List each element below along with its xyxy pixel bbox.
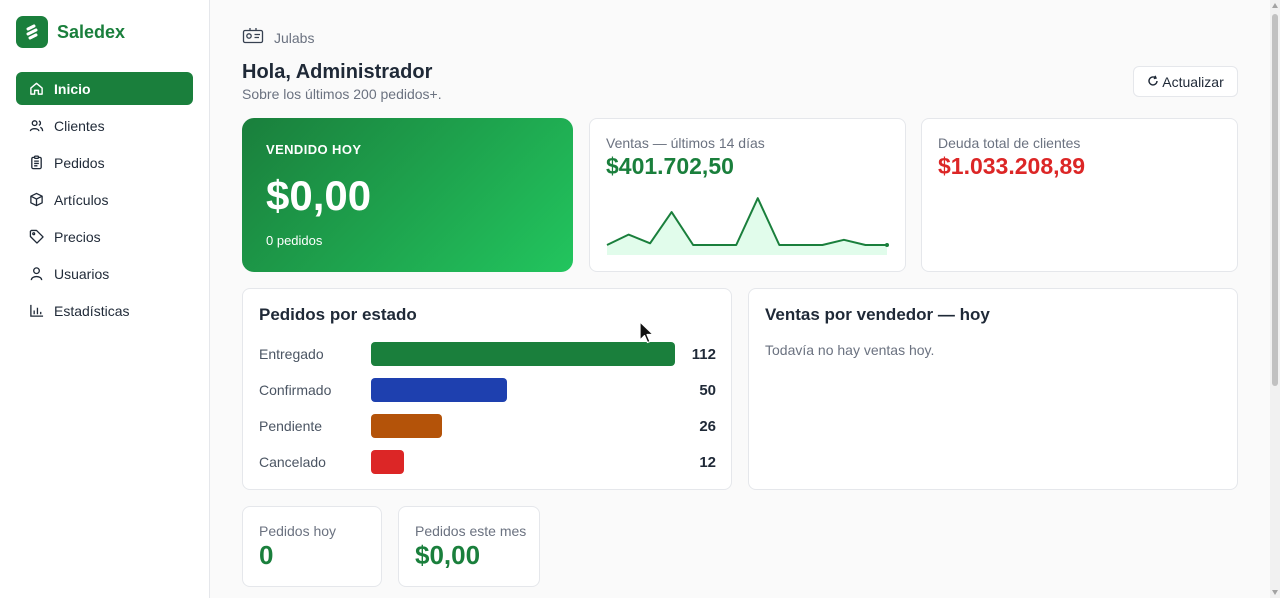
status-row-entregado[interactable]: Entregado 112 [259,342,716,366]
status-bar-confirmado [371,378,507,402]
brand-name: Saledex [57,21,126,42]
orders-by-status-panel: Pedidos por estado Entregado 112 Confirm… [242,288,732,490]
sales-by-seller-title: Ventas por vendedor — hoy [765,305,990,324]
refresh-button[interactable]: Actualizar [1133,66,1238,97]
sales-sparkline [606,197,889,255]
sales-by-seller-empty: Todavía no hay ventas hoy. [765,342,935,358]
sparkline-point [885,243,889,247]
bar-chart-icon [28,303,44,319]
orders-by-status-title: Pedidos por estado [259,305,417,324]
sold-today-value: $0,00 [266,172,372,219]
scroll-thumb[interactable] [1272,14,1278,386]
status-count: 50 [699,382,716,399]
brand-logo-icon [16,16,48,48]
scroll-up-icon[interactable] [1272,3,1278,8]
status-label: Cancelado [259,454,326,470]
tag-icon [28,229,44,245]
home-icon [28,81,44,97]
total-debt-value: $1.033.208,89 [938,153,1086,179]
sidebar-item-inicio[interactable]: Inicio [16,72,193,105]
user-icon [28,266,44,282]
sidebar-item-estadisticas[interactable]: Estadísticas [16,294,193,327]
status-bar-entregado [371,342,675,366]
sold-today-label: VENDIDO HOY [266,142,362,157]
total-debt-card: Deuda total de clientes $1.033.208,89 [921,118,1238,272]
id-card-icon [242,27,264,48]
page-scrollbar[interactable] [1270,0,1280,598]
users-icon [28,118,44,134]
sales-14-days-card: Ventas — últimos 14 días $401.702,50 [589,118,906,272]
sidebar-nav: Inicio Clientes Pedidos Artículos Precio… [16,72,193,331]
orders-month-label: Pedidos este mes [415,523,527,539]
status-count: 26 [699,418,716,435]
sidebar-item-precios[interactable]: Precios [16,220,193,253]
sidebar-item-label: Usuarios [54,265,110,282]
sparkline-area [607,198,887,255]
orders-this-month-card: Pedidos este mes $0,00 [398,506,540,587]
refresh-icon [1147,74,1159,90]
box-icon [28,192,44,208]
status-count: 112 [691,346,716,363]
status-row-pendiente[interactable]: Pendiente 26 [259,414,716,438]
sold-today-card: VENDIDO HOY $0,00 0 pedidos [242,118,573,272]
status-bar-cancelado [371,450,404,474]
sales-by-seller-panel: Ventas por vendedor — hoy Todavía no hay… [748,288,1238,490]
status-label: Confirmado [259,382,332,398]
page-subtitle: Sobre los últimos 200 pedidos+. [242,86,442,102]
status-row-cancelado[interactable]: Cancelado 12 [259,450,716,474]
sidebar-item-articulos[interactable]: Artículos [16,183,193,216]
status-row-confirmado[interactable]: Confirmado 50 [259,378,716,402]
sidebar-item-clientes[interactable]: Clientes [16,109,193,142]
status-bar-pendiente [371,414,442,438]
sidebar-item-label: Artículos [54,191,109,208]
orders-month-value: $0,00 [415,540,481,570]
sold-today-orders: 0 pedidos [266,233,323,248]
org-indicator: Julabs [242,27,314,48]
scroll-down-icon[interactable] [1272,590,1278,595]
orders-today-card: Pedidos hoy 0 [242,506,382,587]
sidebar: Saledex Inicio Clientes Pedidos Artículo… [0,0,210,598]
refresh-label: Actualizar [1162,73,1224,90]
sales-14-days-label: Ventas — últimos 14 días [606,135,765,151]
status-count: 12 [699,454,716,471]
sidebar-item-label: Pedidos [54,154,105,171]
mouse-cursor-icon [639,321,654,344]
sidebar-item-label: Precios [54,228,101,245]
sidebar-item-usuarios[interactable]: Usuarios [16,257,193,290]
orders-today-label: Pedidos hoy [259,523,337,539]
brand[interactable]: Saledex [16,16,125,48]
sidebar-item-pedidos[interactable]: Pedidos [16,146,193,179]
orders-today-value: 0 [259,540,274,570]
sidebar-item-label: Inicio [54,80,91,97]
org-name: Julabs [274,29,315,46]
page-title: Hola, Administrador [242,61,433,83]
status-label: Pendiente [259,418,323,434]
total-debt-label: Deuda total de clientes [938,135,1081,151]
clipboard-icon [28,155,44,171]
sidebar-item-label: Estadísticas [54,302,130,319]
sidebar-item-label: Clientes [54,117,105,134]
status-label: Entregado [259,346,324,362]
sales-14-days-value: $401.702,50 [606,153,734,179]
